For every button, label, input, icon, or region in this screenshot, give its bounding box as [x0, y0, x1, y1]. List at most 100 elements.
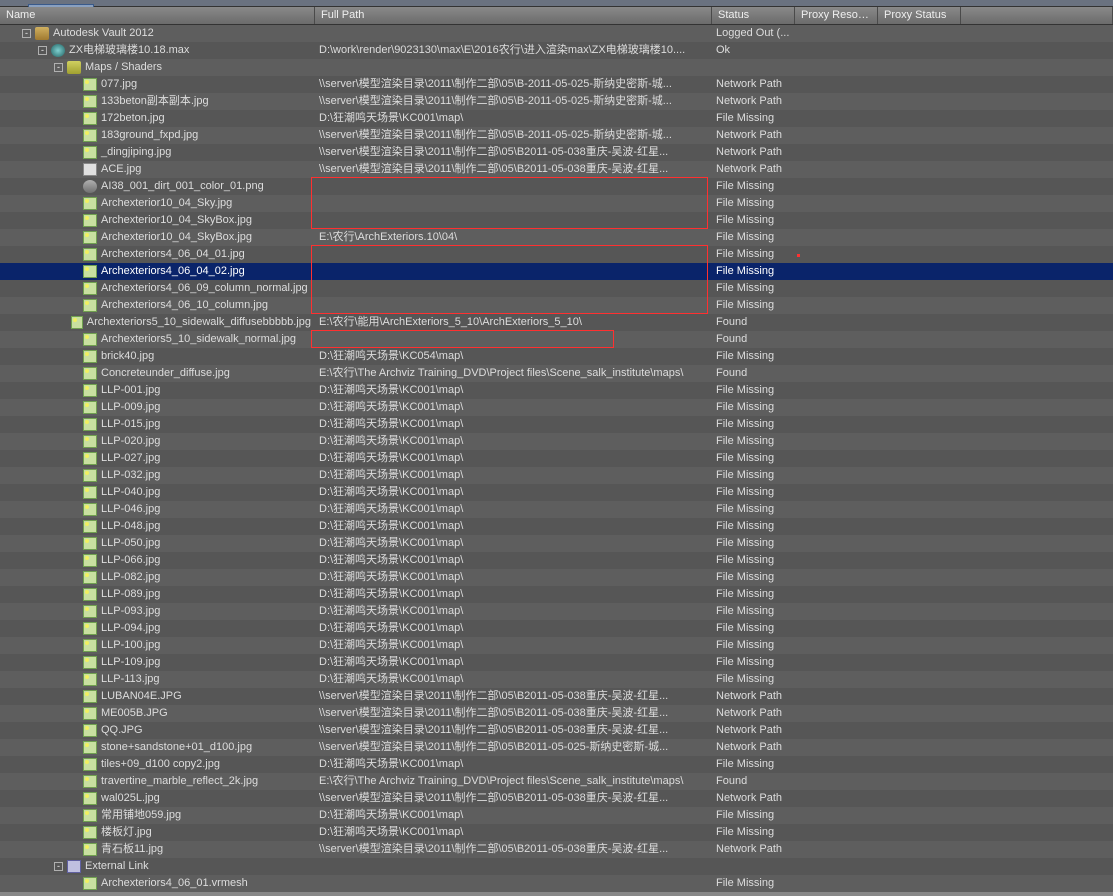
name-cell[interactable]: travertine_marble_reflect_2k.jpg	[0, 773, 315, 790]
fullpath-cell[interactable]	[315, 178, 712, 195]
table-row[interactable]: Archexteriors4_06_10_column.jpgFile Miss…	[0, 297, 1113, 314]
name-cell[interactable]: LLP-082.jpg	[0, 569, 315, 586]
tree-toggle[interactable]: -	[54, 63, 63, 72]
name-cell[interactable]: 183ground_fxpd.jpg	[0, 127, 315, 144]
fullpath-cell[interactable]	[315, 59, 712, 76]
name-cell[interactable]: Archexteriors4_06_04_01.jpg	[0, 246, 315, 263]
proxystatus-cell[interactable]	[878, 739, 961, 756]
name-cell[interactable]: LLP-015.jpg	[0, 416, 315, 433]
fullpath-cell[interactable]	[315, 212, 712, 229]
status-cell[interactable]: Found	[712, 773, 795, 790]
name-cell[interactable]: tiles+09_d100 copy2.jpg	[0, 756, 315, 773]
table-row[interactable]: Archexteriors4_06_09_column_normal.jpgFi…	[0, 280, 1113, 297]
table-row[interactable]: LLP-100.jpgD:\狂潮鸣天场景\KC001\map\File Miss…	[0, 637, 1113, 654]
name-cell[interactable]: ME005B.JPG	[0, 705, 315, 722]
name-cell[interactable]: LLP-093.jpg	[0, 603, 315, 620]
name-cell[interactable]: Archexteriors4_06_01.vrmesh	[0, 875, 315, 892]
status-cell[interactable]: File Missing	[712, 433, 795, 450]
table-row[interactable]: 172beton.jpgD:\狂潮鸣天场景\KC001\map\File Mis…	[0, 110, 1113, 127]
proxyres-cell[interactable]	[795, 484, 878, 501]
proxystatus-cell[interactable]	[878, 722, 961, 739]
proxyres-cell[interactable]	[795, 144, 878, 161]
fullpath-cell[interactable]: D:\狂潮鸣天场景\KC001\map\	[315, 535, 712, 552]
proxystatus-cell[interactable]	[878, 450, 961, 467]
fullpath-cell[interactable]: D:\狂潮鸣天场景\KC001\map\	[315, 756, 712, 773]
proxyres-cell[interactable]	[795, 433, 878, 450]
status-cell[interactable]	[712, 858, 795, 875]
name-cell[interactable]: LLP-046.jpg	[0, 501, 315, 518]
name-cell[interactable]: LUBAN04E.JPG	[0, 688, 315, 705]
tree-toggle[interactable]: -	[38, 46, 47, 55]
proxystatus-cell[interactable]	[878, 280, 961, 297]
name-cell[interactable]: Archexteriors4_06_09_column_normal.jpg	[0, 280, 315, 297]
name-cell[interactable]: Concreteunder_diffuse.jpg	[0, 365, 315, 382]
proxystatus-cell[interactable]	[878, 620, 961, 637]
name-cell[interactable]: 常用铺地059.jpg	[0, 807, 315, 824]
proxyres-cell[interactable]	[795, 603, 878, 620]
proxyres-cell[interactable]	[795, 824, 878, 841]
status-cell[interactable]: File Missing	[712, 620, 795, 637]
fullpath-cell[interactable]: E:\农行\The Archviz Training_DVD\Project f…	[315, 773, 712, 790]
proxystatus-cell[interactable]	[878, 552, 961, 569]
table-row[interactable]: wal025L.jpg\\server\模型渲染目录\2011\制作二部\05\…	[0, 790, 1113, 807]
proxyres-cell[interactable]	[795, 654, 878, 671]
fullpath-cell[interactable]: D:\狂潮鸣天场景\KC054\map\	[315, 348, 712, 365]
proxyres-cell[interactable]	[795, 246, 878, 263]
status-cell[interactable]: Found	[712, 365, 795, 382]
proxyres-cell[interactable]	[795, 518, 878, 535]
status-cell[interactable]: Network Path	[712, 790, 795, 807]
fullpath-cell[interactable]: \\server\模型渲染目录\2011\制作二部\05\B2011-05-02…	[315, 739, 712, 756]
proxystatus-cell[interactable]	[878, 756, 961, 773]
proxystatus-cell[interactable]	[878, 178, 961, 195]
status-cell[interactable]: File Missing	[712, 603, 795, 620]
proxystatus-cell[interactable]	[878, 467, 961, 484]
proxyres-cell[interactable]	[795, 416, 878, 433]
column-header-proxyres[interactable]: Proxy Resolu...	[795, 7, 878, 24]
proxystatus-cell[interactable]	[878, 824, 961, 841]
tree-toggle[interactable]: -	[22, 29, 31, 38]
proxyres-cell[interactable]	[795, 450, 878, 467]
table-row[interactable]: QQ.JPG\\server\模型渲染目录\2011\制作二部\05\B2011…	[0, 722, 1113, 739]
table-row[interactable]: LLP-027.jpgD:\狂潮鸣天场景\KC001\map\File Miss…	[0, 450, 1113, 467]
table-row[interactable]: -ZX电梯玻璃楼10.18.maxD:\work\render\9023130\…	[0, 42, 1113, 59]
proxystatus-cell[interactable]	[878, 42, 961, 59]
status-cell[interactable]: File Missing	[712, 297, 795, 314]
fullpath-cell[interactable]: D:\狂潮鸣天场景\KC001\map\	[315, 671, 712, 688]
proxystatus-cell[interactable]	[878, 229, 961, 246]
status-cell[interactable]: Logged Out (...	[712, 25, 795, 42]
fullpath-cell[interactable]: D:\狂潮鸣天场景\KC001\map\	[315, 450, 712, 467]
name-cell[interactable]: -ZX电梯玻璃楼10.18.max	[0, 42, 315, 59]
proxyres-cell[interactable]	[795, 93, 878, 110]
proxyres-cell[interactable]	[795, 161, 878, 178]
name-cell[interactable]: wal025L.jpg	[0, 790, 315, 807]
proxystatus-cell[interactable]	[878, 705, 961, 722]
table-row[interactable]: 077.jpg\\server\模型渲染目录\2011\制作二部\05\B-20…	[0, 76, 1113, 93]
status-cell[interactable]: Network Path	[712, 739, 795, 756]
name-cell[interactable]: LLP-020.jpg	[0, 433, 315, 450]
proxyres-cell[interactable]	[795, 229, 878, 246]
fullpath-cell[interactable]: D:\狂潮鸣天场景\KC001\map\	[315, 382, 712, 399]
fullpath-cell[interactable]: E:\农行\The Archviz Training_DVD\Project f…	[315, 365, 712, 382]
fullpath-cell[interactable]: D:\狂潮鸣天场景\KC001\map\	[315, 603, 712, 620]
fullpath-cell[interactable]: \\server\模型渲染目录\2011\制作二部\05\B2011-05-03…	[315, 722, 712, 739]
table-row[interactable]: Archexteriors4_06_01.vrmeshFile Missing	[0, 875, 1113, 892]
table-row[interactable]: 常用铺地059.jpgD:\狂潮鸣天场景\KC001\map\File Miss…	[0, 807, 1113, 824]
fullpath-cell[interactable]: D:\狂潮鸣天场景\KC001\map\	[315, 620, 712, 637]
proxystatus-cell[interactable]	[878, 501, 961, 518]
table-row[interactable]: LLP-046.jpgD:\狂潮鸣天场景\KC001\map\File Miss…	[0, 501, 1113, 518]
proxyres-cell[interactable]	[795, 178, 878, 195]
table-row[interactable]: LLP-113.jpgD:\狂潮鸣天场景\KC001\map\File Miss…	[0, 671, 1113, 688]
proxystatus-cell[interactable]	[878, 93, 961, 110]
status-cell[interactable]: File Missing	[712, 348, 795, 365]
name-cell[interactable]: LLP-027.jpg	[0, 450, 315, 467]
table-row[interactable]: 183ground_fxpd.jpg\\server\模型渲染目录\2011\制…	[0, 127, 1113, 144]
table-row[interactable]: ACE.jpg\\server\模型渲染目录\2011\制作二部\05\B201…	[0, 161, 1113, 178]
name-cell[interactable]: LLP-050.jpg	[0, 535, 315, 552]
proxyres-cell[interactable]	[795, 705, 878, 722]
fullpath-cell[interactable]	[315, 263, 712, 280]
table-row[interactable]: 楼板灯.jpgD:\狂潮鸣天场景\KC001\map\File Missing	[0, 824, 1113, 841]
table-row[interactable]: AI38_001_dirt_001_color_01.pngFile Missi…	[0, 178, 1113, 195]
proxyres-cell[interactable]	[795, 841, 878, 858]
table-row[interactable]: LLP-020.jpgD:\狂潮鸣天场景\KC001\map\File Miss…	[0, 433, 1113, 450]
status-cell[interactable]: Network Path	[712, 705, 795, 722]
